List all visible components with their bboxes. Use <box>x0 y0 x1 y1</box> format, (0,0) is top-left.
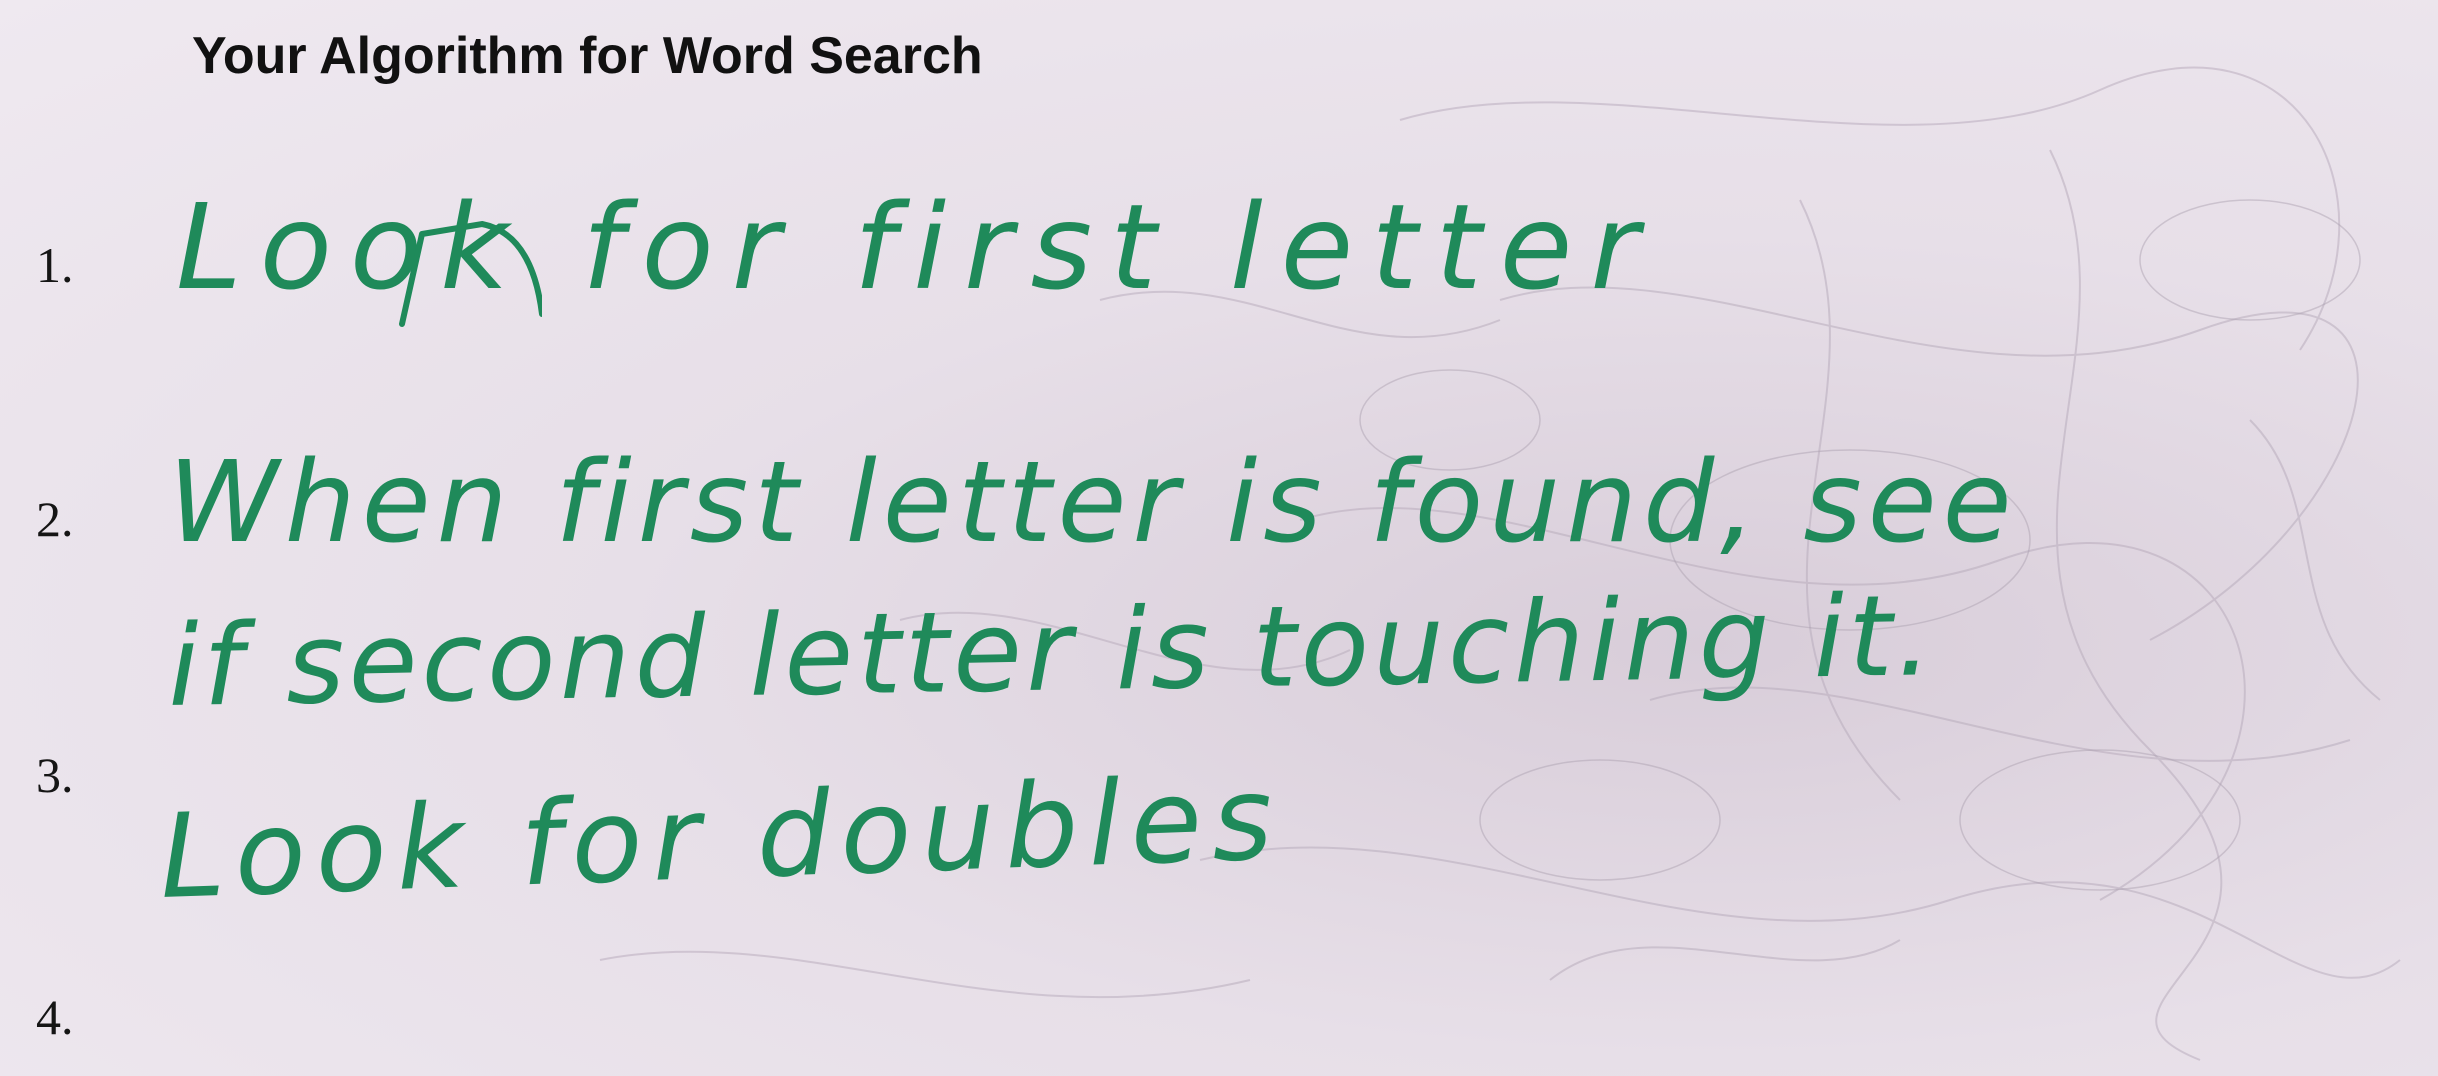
worksheet-title: Your Algorithm for Word Search <box>192 27 983 85</box>
item-number-4: 4. <box>36 989 74 1045</box>
item-number-1: 1. <box>36 237 74 293</box>
overwrite-mark <box>399 220 542 327</box>
item-number-3: 3. <box>36 747 74 803</box>
worksheet-page: Your Algorithm for Word Search 1. 2. 3. … <box>0 0 2438 1076</box>
item-number-2: 2. <box>36 491 74 547</box>
handwritten-answer-2-line-1: When first letter is found, see <box>168 438 2018 568</box>
